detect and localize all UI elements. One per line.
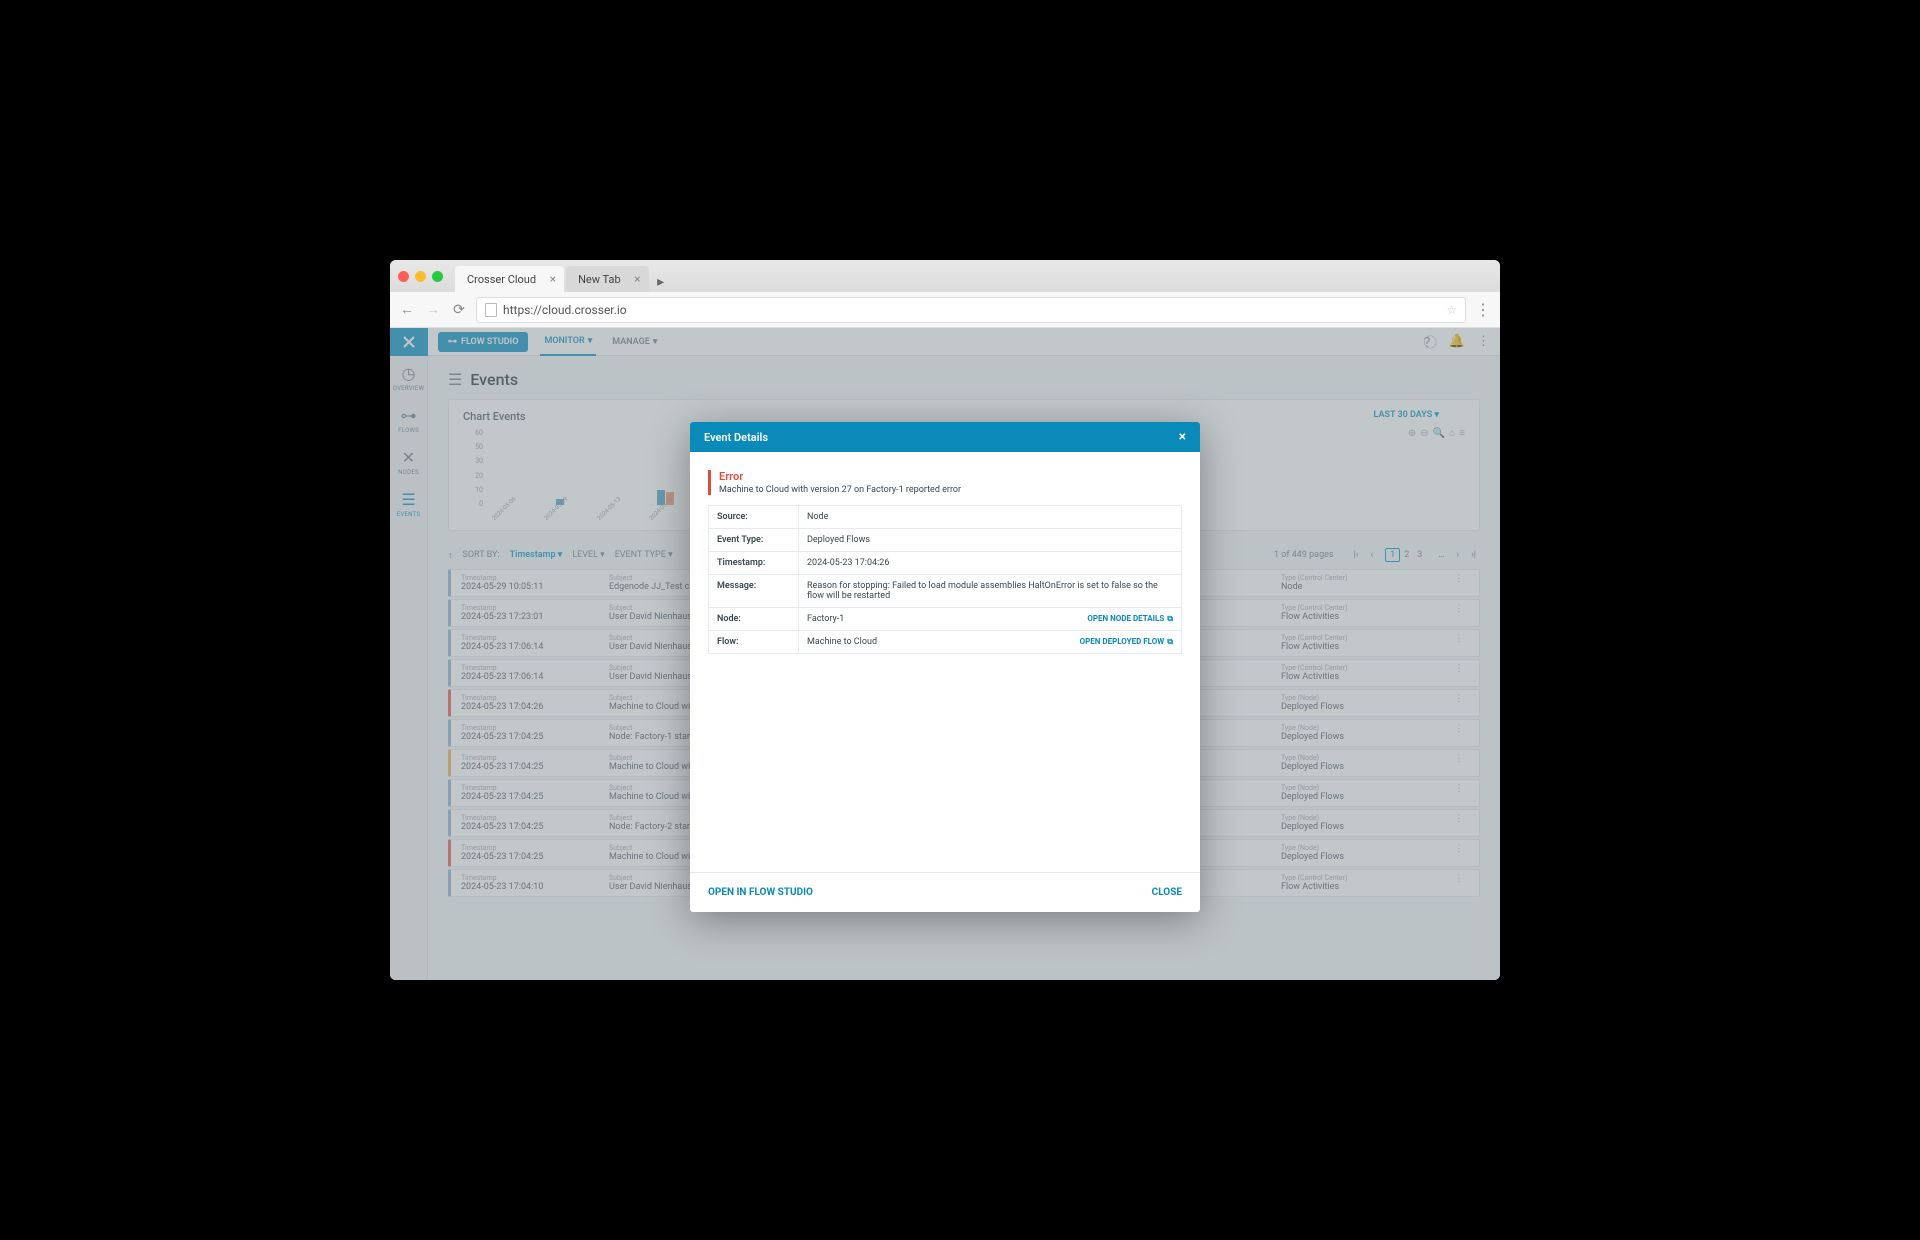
maximize-window-icon[interactable]: [432, 271, 443, 282]
error-banner: Error Machine to Cloud with version 27 o…: [708, 470, 1182, 495]
detail-value: Node: [799, 506, 1182, 529]
address-bar[interactable]: https://cloud.crosser.io ☆: [476, 297, 1466, 323]
detail-key: Node:: [709, 608, 799, 631]
modal-close-button[interactable]: CLOSE: [1152, 887, 1182, 898]
modal-footer: OPEN IN FLOW STUDIO CLOSE: [690, 872, 1200, 912]
browser-tabstrip: Crosser Cloud × New Tab × ▸: [390, 260, 1500, 292]
new-tab-button[interactable]: ▸: [651, 272, 671, 292]
details-table: Source:NodeEvent Type:Deployed FlowsTime…: [708, 505, 1182, 654]
back-button[interactable]: ←: [398, 301, 416, 319]
detail-key: Timestamp:: [709, 552, 799, 575]
close-window-icon[interactable]: [398, 271, 409, 282]
forward-button[interactable]: →: [424, 301, 442, 319]
detail-key: Source:: [709, 506, 799, 529]
modal-header: Event Details ×: [690, 422, 1200, 452]
detail-value: Deployed Flows: [799, 529, 1182, 552]
detail-value: 2024-05-23 17:04:26: [799, 552, 1182, 575]
event-details-modal: Event Details × Error Machine to Cloud w…: [690, 422, 1200, 912]
browser-window: Crosser Cloud × New Tab × ▸ ← → ⟳ https:…: [390, 260, 1500, 980]
modal-body: Error Machine to Cloud with version 27 o…: [690, 452, 1200, 872]
reload-button[interactable]: ⟳: [450, 301, 468, 319]
detail-key: Flow:: [709, 631, 799, 654]
detail-key: Event Type:: [709, 529, 799, 552]
external-link-icon: ⧉: [1167, 637, 1173, 646]
url-text: https://cloud.crosser.io: [503, 303, 627, 317]
error-label: Error: [719, 470, 1182, 483]
browser-tab-active[interactable]: Crosser Cloud ×: [455, 266, 564, 292]
modal-title: Event Details: [704, 431, 768, 444]
detail-value: Factory-1OPEN NODE DETAILS⧉: [799, 608, 1182, 631]
browser-tab[interactable]: New Tab ×: [566, 266, 649, 292]
modal-close-icon[interactable]: ×: [1179, 429, 1186, 445]
external-link-icon: ⧉: [1167, 614, 1173, 623]
tab-title: Crosser Cloud: [467, 273, 536, 286]
close-tab-icon[interactable]: ×: [550, 272, 556, 286]
error-subject: Machine to Cloud with version 27 on Fact…: [719, 485, 1182, 495]
browser-menu-button[interactable]: ⋮: [1474, 300, 1492, 319]
detail-value: Machine to CloudOPEN DEPLOYED FLOW⧉: [799, 631, 1182, 654]
open-node-details-link[interactable]: OPEN NODE DETAILS⧉: [1087, 614, 1173, 624]
tab-title: New Tab: [578, 273, 621, 286]
bookmark-icon[interactable]: ☆: [1446, 303, 1457, 317]
close-tab-icon[interactable]: ×: [634, 272, 640, 286]
open-deployed-flow-link[interactable]: OPEN DEPLOYED FLOW⧉: [1080, 637, 1173, 647]
detail-value: Reason for stopping: Failed to load modu…: [799, 575, 1182, 608]
window-controls[interactable]: [398, 271, 443, 282]
detail-key: Message:: [709, 575, 799, 608]
browser-toolbar: ← → ⟳ https://cloud.crosser.io ☆ ⋮: [390, 292, 1500, 328]
minimize-window-icon[interactable]: [415, 271, 426, 282]
open-in-flow-studio-link[interactable]: OPEN IN FLOW STUDIO: [708, 887, 813, 898]
site-info-icon[interactable]: [485, 303, 497, 317]
app-root: ◷OVERVIEW⊶FLOWS✕NODES☰EVENTS ⊶ FLOW STUD…: [390, 328, 1500, 980]
